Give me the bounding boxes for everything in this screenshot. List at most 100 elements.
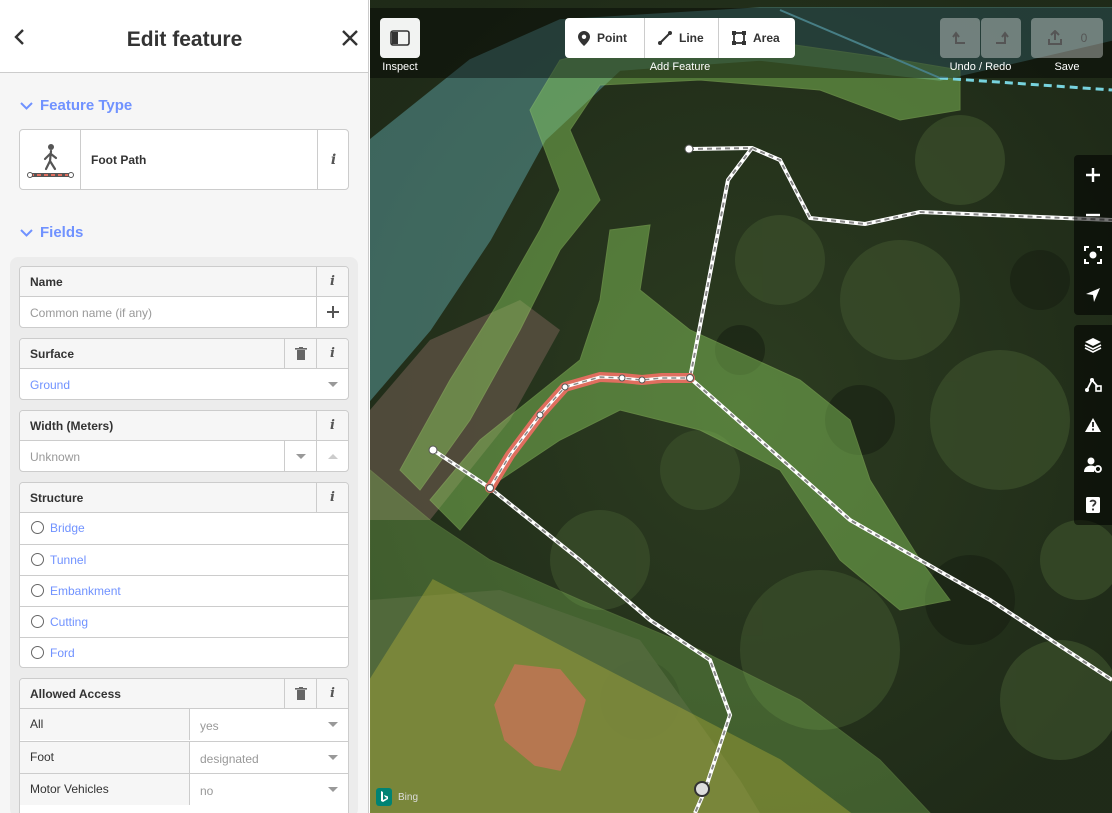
redo-button[interactable]	[981, 18, 1021, 58]
upload-icon	[1047, 30, 1062, 45]
warning-icon	[1085, 418, 1101, 432]
inspector-title: Edit feature	[126, 28, 243, 51]
structure-option-embankment[interactable]: Embankment	[20, 575, 348, 606]
help-icon	[1086, 497, 1100, 513]
plus-icon	[326, 306, 339, 318]
zoom-to-selection-icon	[1084, 246, 1102, 264]
width-field-label: Width (Meters)	[30, 419, 114, 433]
chevron-down-icon	[328, 755, 338, 760]
zoom-to-selection-button[interactable]	[1074, 235, 1112, 275]
issues-pane-button[interactable]	[1074, 405, 1112, 445]
map-canvas[interactable]	[370, 0, 1112, 813]
access-row-foot: Foot designated	[20, 741, 348, 773]
line-label: Line	[679, 31, 704, 45]
surface-field: Surface i Ground	[19, 338, 349, 400]
sidebar-toggle-icon	[390, 30, 410, 46]
add-localized-name-button[interactable]	[316, 297, 348, 327]
add-point-button[interactable]: Point	[565, 18, 645, 58]
chevron-down-icon	[20, 229, 33, 237]
undo-button[interactable]	[940, 18, 980, 58]
map-controls	[1074, 155, 1112, 315]
surface-field-label: Surface	[30, 347, 75, 361]
plus-icon	[1086, 168, 1100, 182]
preset-name: Foot Path	[91, 153, 147, 167]
fields-section-toggle[interactable]: Fields	[20, 224, 83, 241]
width-input[interactable]: Unknown	[20, 441, 348, 471]
access-value: yes	[200, 719, 219, 733]
surface-select[interactable]: Ground	[20, 369, 348, 399]
structure-option-ford[interactable]: Ford	[20, 637, 348, 667]
structure-field: Structure i Bridge Tunnel Embankment Cut…	[19, 482, 349, 668]
surface-value: Ground	[30, 378, 71, 392]
close-button[interactable]	[337, 24, 363, 50]
name-info-button[interactable]: i	[316, 267, 348, 296]
close-icon	[342, 30, 358, 46]
width-info-button[interactable]: i	[316, 411, 348, 440]
chevron-down-icon	[20, 102, 33, 110]
point-marker-icon	[578, 30, 590, 46]
access-field-label: Allowed Access	[30, 687, 121, 701]
access-info-button[interactable]: i	[316, 679, 348, 708]
access-row-motor-vehicles: Motor Vehicles no	[20, 773, 348, 805]
feature-type-section-toggle[interactable]: Feature Type	[20, 97, 132, 114]
surface-delete-button[interactable]	[284, 339, 316, 368]
inspect-label: Inspect	[382, 61, 418, 73]
chevron-down-icon	[328, 722, 338, 727]
area-label: Area	[753, 31, 780, 45]
access-value: designated	[200, 752, 259, 766]
add-line-button[interactable]: Line	[645, 18, 719, 58]
width-field: Width (Meters) i Unknown	[19, 410, 349, 472]
geolocate-button[interactable]	[1074, 275, 1112, 315]
info-icon: i	[330, 151, 337, 168]
surface-info-button[interactable]: i	[316, 339, 348, 368]
undo-icon	[952, 31, 965, 44]
add-feature-group: Point Line Area	[565, 18, 795, 58]
map-data-pane-button[interactable]	[1074, 365, 1112, 405]
undo-redo-label: Undo / Redo	[949, 61, 1012, 73]
structure-option-bridge[interactable]: Bridge	[20, 513, 348, 544]
preset-info-button[interactable]: i	[317, 130, 349, 189]
background-pane-button[interactable]	[1074, 325, 1112, 365]
name-input[interactable]: Common name (if any)	[20, 297, 348, 327]
info-icon: i	[330, 490, 335, 505]
radio-button[interactable]	[31, 584, 44, 597]
width-decrement-button[interactable]	[284, 441, 316, 471]
preset-selector[interactable]: Foot Path i	[19, 129, 349, 190]
access-key: All	[30, 717, 44, 731]
add-feature-label: Add Feature	[649, 61, 711, 73]
attribution-text: Bing	[398, 791, 419, 803]
trash-icon	[294, 347, 307, 360]
structure-info-button[interactable]: i	[316, 483, 348, 512]
access-field: Allowed Access i All yes Foot designated…	[19, 678, 349, 813]
info-icon: i	[330, 686, 335, 701]
radio-button[interactable]	[31, 646, 44, 659]
redo-icon	[996, 31, 1009, 44]
structure-option-cutting[interactable]: Cutting	[20, 606, 348, 637]
inspect-button[interactable]	[380, 18, 420, 58]
foot-path-icon	[20, 130, 81, 189]
chevron-up-icon	[327, 453, 338, 459]
name-input-placeholder: Common name (if any)	[30, 306, 153, 320]
name-field-label: Name	[30, 275, 63, 289]
width-increment-button[interactable]	[316, 441, 348, 471]
structure-option-tunnel[interactable]: Tunnel	[20, 544, 348, 575]
radio-button[interactable]	[31, 521, 44, 534]
zoom-in-button[interactable]	[1074, 155, 1112, 195]
preferences-pane-button[interactable]	[1074, 445, 1112, 485]
map-panes	[1074, 325, 1112, 525]
save-count: 0	[1080, 31, 1088, 45]
structure-field-label: Structure	[30, 491, 84, 505]
radio-button[interactable]	[31, 615, 44, 628]
structure-options: Bridge Tunnel Embankment Cutting Ford	[20, 513, 348, 667]
inspector-sidebar: Edit feature Feature Type Foot Path i Fi…	[0, 0, 369, 813]
access-value: no	[200, 784, 214, 798]
add-area-button[interactable]: Area	[719, 18, 795, 58]
radio-button[interactable]	[31, 553, 44, 566]
zoom-out-button[interactable]	[1074, 195, 1112, 235]
line-icon	[658, 31, 672, 45]
save-button[interactable]: 0	[1031, 18, 1103, 58]
info-icon: i	[330, 346, 335, 361]
access-delete-button[interactable]	[284, 679, 316, 708]
help-pane-button[interactable]	[1074, 485, 1112, 525]
imagery-attribution[interactable]: Bing	[376, 788, 418, 806]
